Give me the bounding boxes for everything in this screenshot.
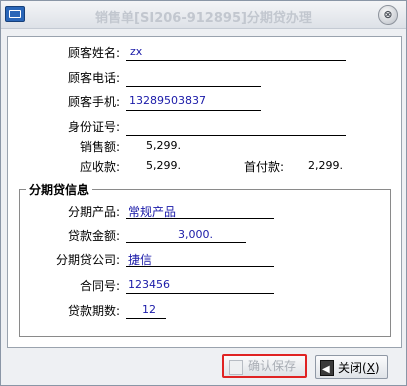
dialog-window: 销售单[SI206-912895]分期贷办理 ⊗ 顾客姓名: zx 顾客电话: …	[0, 0, 407, 386]
form-panel: 顾客姓名: zx 顾客电话: 顾客手机: 13289503837 身份证号: 销…	[7, 36, 402, 348]
receivable-label: 应收款:	[79, 160, 120, 174]
sales-amount-value: 5,299.	[146, 139, 181, 152]
receivable-value: 5,299.	[146, 159, 181, 172]
title-bar[interactable]: 销售单[SI206-912895]分期贷办理 ⊗	[1, 1, 406, 29]
window-title: 销售单[SI206-912895]分期贷办理	[95, 11, 312, 26]
close-icon: ⊗	[383, 8, 393, 21]
confirm-save-label: 确认保存	[248, 359, 297, 373]
loan-periods-field[interactable]	[126, 318, 166, 319]
loan-product-field[interactable]	[126, 218, 274, 219]
customer-mobile-label: 顾客手机:	[67, 95, 120, 109]
down-payment-label: 首付款:	[243, 160, 284, 174]
save-icon	[229, 360, 243, 375]
loan-company-field[interactable]	[126, 266, 274, 267]
loan-amount-value: 3,000.	[178, 228, 213, 241]
loan-periods-value: 12	[142, 303, 156, 316]
down-payment-value: 2,299.	[308, 159, 343, 172]
sales-amount-label: 销售额:	[79, 140, 120, 154]
close-button[interactable]: 关闭(X)	[315, 355, 388, 382]
customer-name-field[interactable]	[126, 60, 346, 61]
confirm-save-button[interactable]: 确认保存	[222, 354, 307, 378]
loan-info-group-title: 分期贷信息	[26, 181, 93, 198]
close-button-label: 关闭(X)	[338, 361, 380, 375]
loan-amount-label: 贷款金额:	[67, 229, 120, 243]
customer-mobile-value: 13289503837	[129, 94, 206, 107]
loan-amount-field[interactable]	[126, 242, 246, 243]
customer-name-value: zx	[130, 45, 143, 58]
customer-mobile-field[interactable]	[126, 110, 261, 111]
contract-number-field[interactable]	[126, 293, 274, 294]
contract-number-value: 123456	[128, 278, 170, 291]
loan-periods-label: 贷款期数:	[67, 304, 120, 318]
contract-number-label: 合同号:	[79, 279, 120, 293]
exit-door-icon	[320, 358, 334, 382]
customer-phone-field[interactable]	[126, 86, 261, 87]
close-window-button[interactable]: ⊗	[378, 5, 398, 25]
id-number-label: 身份证号:	[67, 120, 120, 134]
customer-name-label: 顾客姓名:	[67, 46, 120, 60]
loan-product-label: 分期产品:	[67, 205, 120, 219]
customer-phone-label: 顾客电话:	[67, 71, 120, 85]
loan-company-label: 分期贷公司:	[55, 253, 120, 267]
id-number-field[interactable]	[126, 135, 346, 136]
